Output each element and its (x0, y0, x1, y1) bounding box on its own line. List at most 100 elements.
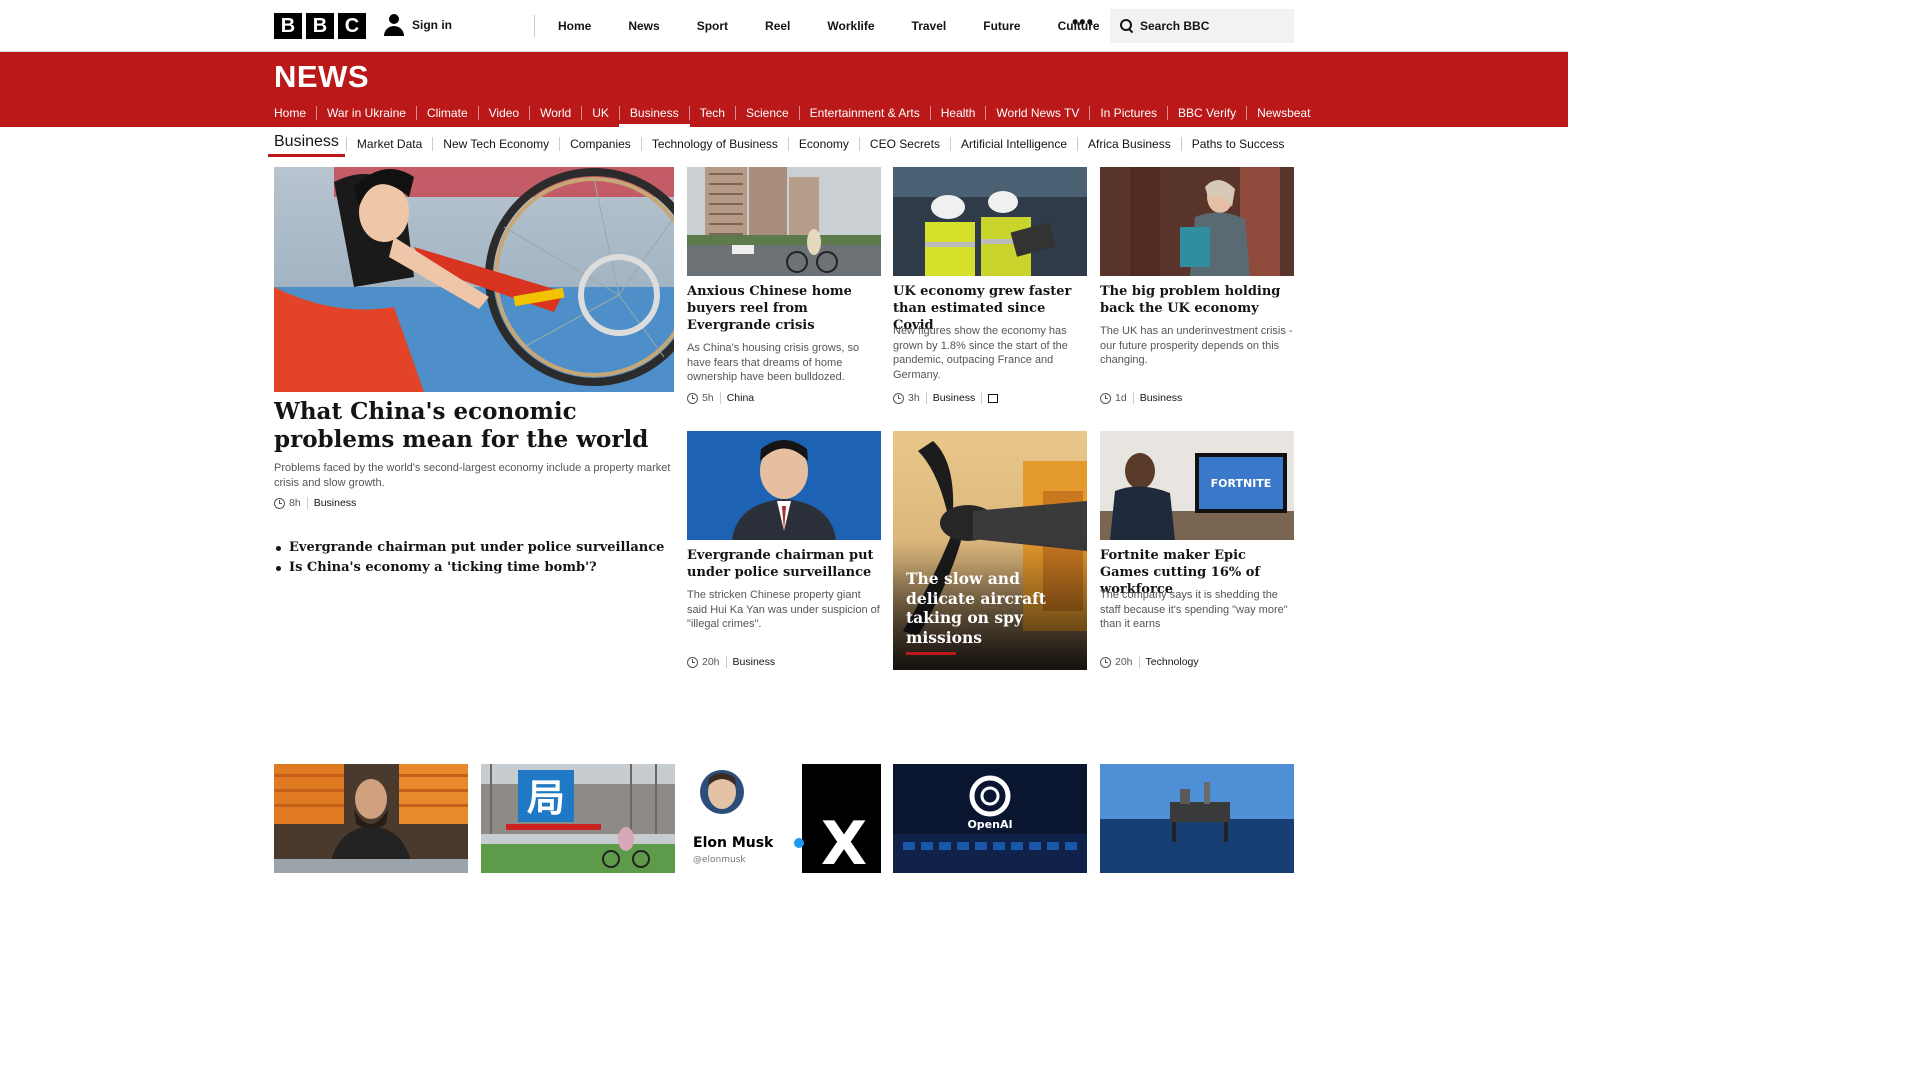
card-image-investment[interactable] (1100, 167, 1294, 276)
subnav-market-data[interactable]: Market Data (345, 137, 432, 151)
card-tag[interactable]: Business (725, 656, 775, 668)
card-summary: The stricken Chinese property giant said… (687, 589, 880, 631)
subnav-technology-of-business[interactable]: Technology of Business (640, 137, 788, 151)
lead-headline[interactable]: What China's economic problems mean for … (274, 398, 674, 454)
news-nav-entertainment[interactable]: Entertainment & Arts (798, 106, 930, 120)
subnav-artificial-intelligence[interactable]: Artificial Intelligence (949, 137, 1077, 151)
card-tag[interactable]: Technology (1138, 656, 1199, 668)
nav-home[interactable]: Home (558, 19, 591, 33)
news-nav-war-in-ukraine[interactable]: War in Ukraine (316, 106, 416, 120)
news-nav-video[interactable]: Video (477, 106, 529, 120)
building-sign-text: 局 (527, 776, 565, 820)
lead-meta: 8h Business (274, 497, 356, 509)
card-tag[interactable]: China (719, 392, 754, 404)
card-image-evergrande-chairman[interactable] (687, 431, 881, 540)
subnav-ceo-secrets[interactable]: CEO Secrets (858, 137, 950, 151)
news-nav-climate[interactable]: Climate (415, 106, 478, 120)
card-meta: 20h Business (687, 656, 775, 668)
card-time: 20h (702, 656, 720, 668)
comments-icon[interactable] (981, 392, 999, 404)
related-link[interactable]: Evergrande chairman put under police sur… (274, 538, 664, 558)
subnav-companies[interactable]: Companies (559, 137, 641, 151)
subnav-economy[interactable]: Economy (787, 137, 859, 151)
nav-travel[interactable]: Travel (912, 19, 947, 33)
subnav-paths-to-success[interactable]: Paths to Success (1180, 137, 1295, 151)
account-icon (384, 14, 404, 36)
card-image-elon-musk-x[interactable]: Elon Musk @elonmusk X (687, 764, 881, 873)
nav-sport[interactable]: Sport (697, 19, 728, 33)
card-time: 5h (702, 392, 714, 404)
search-input[interactable] (1140, 19, 1290, 33)
card-summary: New figures show the economy has grown b… (893, 325, 1068, 381)
card-image-uk-economy[interactable] (893, 167, 1087, 276)
card-time: 1d (1115, 392, 1127, 404)
card-time: 20h (1115, 656, 1133, 668)
news-nav-world-news-tv[interactable]: World News TV (985, 106, 1089, 120)
feature-underline (906, 652, 956, 655)
lead-image[interactable] (274, 167, 674, 392)
subnav-africa-business[interactable]: Africa Business (1077, 137, 1181, 151)
bbc-logo-letter: C (338, 13, 366, 39)
search-icon (1120, 19, 1134, 33)
search-box[interactable] (1110, 9, 1294, 43)
nav-reel[interactable]: Reel (765, 19, 790, 33)
clock-icon (893, 392, 904, 404)
news-nav: Home War in Ukraine Climate Video World … (274, 104, 1320, 127)
card-headline[interactable]: The big problem holding back the UK econ… (1100, 283, 1294, 317)
section-title[interactable]: Business (268, 131, 345, 157)
bbc-logo-letter: B (306, 13, 334, 39)
news-nav-health[interactable]: Health (929, 106, 986, 120)
news-header: NEWS Home War in Ukraine Climate Video W… (0, 52, 1568, 127)
news-nav-bbc-verify[interactable]: BBC Verify (1167, 106, 1246, 120)
related-links: Evergrande chairman put under police sur… (274, 538, 664, 578)
feature-headline[interactable]: The slow and delicate aircraft taking on… (906, 569, 1076, 647)
feature-card-spy-aircraft[interactable]: The slow and delicate aircraft taking on… (893, 431, 1087, 670)
divider (534, 15, 535, 37)
signin-button[interactable]: Sign in (384, 14, 452, 36)
news-nav-newsbeat[interactable]: Newsbeat (1246, 106, 1320, 120)
card-headline[interactable]: Anxious Chinese home buyers reel from Ev… (687, 283, 881, 334)
card-image-housing[interactable] (687, 167, 881, 276)
card-summary: The UK has an underinvestment crisis - o… (1100, 325, 1293, 367)
signin-label: Sign in (412, 18, 452, 32)
card-image-oil-rig[interactable] (1100, 764, 1294, 873)
card-meta: 3h Business (893, 392, 999, 404)
business-subnav: Business Market Data New Tech Economy Co… (268, 131, 1294, 157)
news-nav-world[interactable]: World (529, 106, 581, 120)
card-image-openai[interactable]: OpenAI (893, 764, 1087, 873)
news-nav-business[interactable]: Business (618, 106, 690, 127)
lead-tag[interactable]: Business (306, 497, 356, 509)
card-image-fortnite[interactable]: FORTNITE (1100, 431, 1294, 540)
more-menu-icon[interactable]: ••• (1072, 12, 1094, 33)
card-summary: As China's housing crisis grows, so have… (687, 342, 860, 384)
clock-icon (687, 656, 698, 668)
openai-logo-text: OpenAI (967, 818, 1012, 831)
card-tag[interactable]: Business (925, 392, 975, 404)
bbc-logo-letter: B (274, 13, 302, 39)
card-image-china-building[interactable]: 局 (481, 764, 675, 873)
bbc-logo[interactable]: B B C (274, 13, 366, 39)
nav-news[interactable]: News (628, 19, 659, 33)
nav-worklife[interactable]: Worklife (827, 19, 874, 33)
lead-summary: Problems faced by the world's second-lar… (274, 462, 671, 489)
card-meta: 1d Business (1100, 392, 1182, 404)
news-nav-uk[interactable]: UK (581, 106, 619, 120)
card-meta: 5h China (687, 392, 754, 404)
clock-icon (687, 392, 698, 404)
news-nav-in-pictures[interactable]: In Pictures (1089, 106, 1167, 120)
fortnite-logo-text: FORTNITE (1211, 477, 1272, 490)
card-image-restaurant[interactable] (274, 764, 468, 873)
news-nav-tech[interactable]: Tech (688, 106, 735, 120)
subnav-new-tech-economy[interactable]: New Tech Economy (432, 137, 559, 151)
related-link[interactable]: Is China's economy a 'ticking time bomb'… (274, 558, 664, 578)
card-headline[interactable]: Evergrande chairman put under police sur… (687, 547, 881, 581)
news-nav-science[interactable]: Science (734, 106, 799, 120)
clock-icon (1100, 656, 1111, 668)
clock-icon (1100, 392, 1111, 404)
nav-future[interactable]: Future (983, 19, 1020, 33)
card-meta: 20h Technology (1100, 656, 1199, 668)
news-logo[interactable]: NEWS (274, 59, 369, 95)
lead-time: 8h (289, 497, 301, 509)
card-tag[interactable]: Business (1132, 392, 1182, 404)
news-nav-home[interactable]: Home (274, 106, 316, 120)
